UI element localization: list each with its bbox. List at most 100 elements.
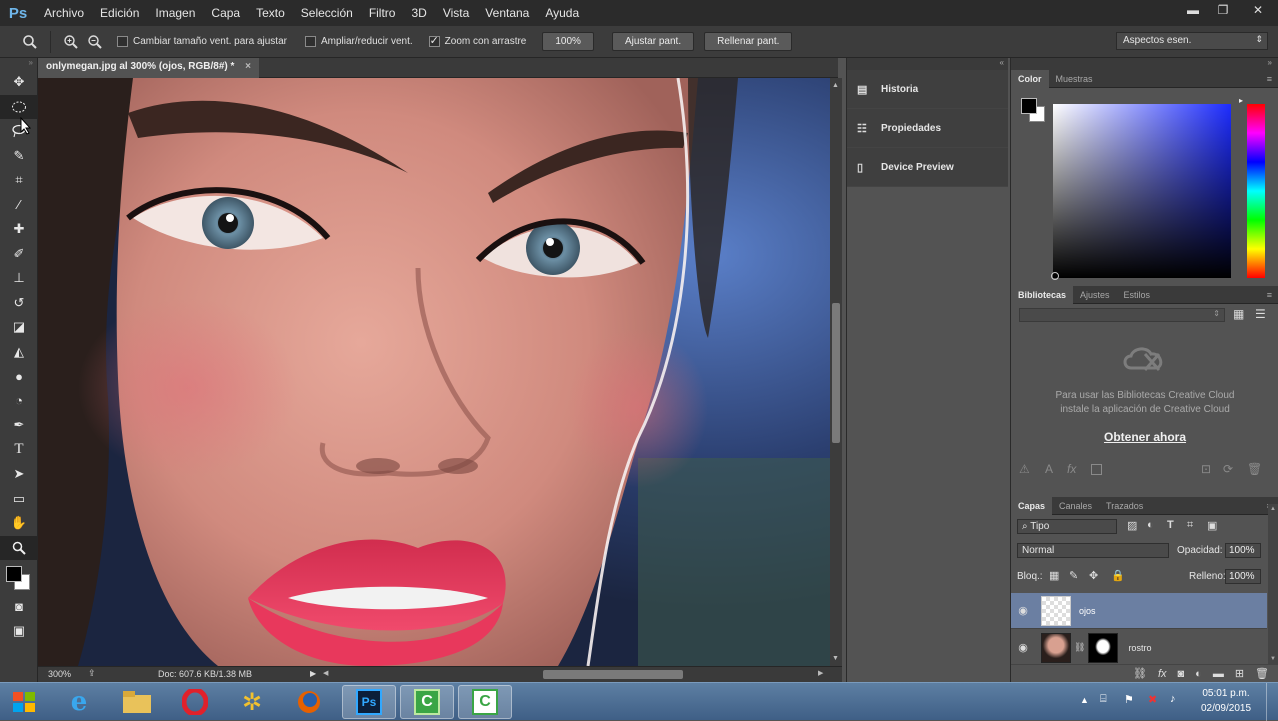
tab-estilos[interactable]: Estilos	[1117, 286, 1158, 304]
crop-tool-icon[interactable]: ⌗	[0, 168, 38, 193]
sync-icon[interactable]: ⟳	[1223, 462, 1233, 476]
vertical-scroll-thumb[interactable]	[832, 303, 840, 443]
pen-tool-icon[interactable]: ✒	[0, 413, 38, 438]
foreground-color-swatch[interactable]	[6, 566, 22, 582]
menu-vista[interactable]: Vista	[435, 6, 477, 20]
visibility-eye-icon[interactable]: ◉	[1011, 604, 1035, 617]
filter-pixel-icon[interactable]: ▨	[1127, 519, 1137, 532]
quick-mask-icon[interactable]: ◙	[0, 594, 38, 619]
dock-collapse-icon[interactable]: «	[847, 58, 1008, 70]
paint-bucket-tool-icon[interactable]: ◭	[0, 340, 38, 365]
menu-texto[interactable]: Texto	[248, 6, 293, 20]
color-swatches[interactable]	[0, 560, 37, 594]
fill-screen-button[interactable]: Rellenar pant.	[704, 32, 793, 51]
vertical-scrollbar[interactable]: ▲ ▼	[830, 78, 842, 666]
delete-layer-icon[interactable]: 🗑	[1255, 667, 1269, 680]
get-creative-cloud-link[interactable]: Obtener ahora	[1011, 430, 1278, 444]
menu-seleccion[interactable]: Selección	[293, 6, 361, 20]
stock-icon[interactable]: ⊡	[1201, 462, 1211, 476]
blur-tool-icon[interactable]: ●	[0, 364, 38, 389]
layers-scroll-down-icon[interactable]: ▼	[1270, 656, 1276, 662]
opera-icon[interactable]	[168, 685, 222, 719]
screen-mode-icon[interactable]: ▣	[0, 619, 38, 644]
dodge-tool-icon[interactable]: ◔	[0, 389, 38, 414]
panel-menu-icon[interactable]: ≡	[1267, 74, 1272, 84]
tab-canales[interactable]: Canales	[1052, 497, 1099, 515]
color-field-picker[interactable]	[1051, 104, 1231, 280]
brush-tool-icon[interactable]: ✐	[0, 242, 38, 267]
marquee-tool-icon[interactable]	[0, 94, 38, 119]
zoom-100-button[interactable]: 100%	[542, 32, 594, 51]
eraser-tool-icon[interactable]: ◪	[0, 315, 38, 340]
menu-ayuda[interactable]: Ayuda	[537, 6, 587, 20]
new-group-icon[interactable]: ▬	[1213, 668, 1224, 680]
export-icon[interactable]: ⇪	[88, 668, 96, 679]
link-layers-icon[interactable]: ⛓	[1133, 667, 1147, 680]
panel-button-historia[interactable]: ▤ Historia	[847, 70, 1008, 109]
zoom-tool-icon[interactable]	[0, 535, 38, 560]
menu-imagen[interactable]: Imagen	[147, 6, 203, 20]
scroll-left-arrow-icon[interactable]: ◀	[323, 669, 328, 677]
adjustment-layer-icon[interactable]: ◐	[1195, 668, 1202, 680]
filter-smart-object-icon[interactable]: ▣	[1207, 519, 1217, 532]
zoom-level-field[interactable]: 300%	[48, 669, 71, 679]
menu-3d[interactable]: 3D	[403, 6, 434, 20]
layer-name[interactable]: rostro	[1128, 643, 1151, 653]
list-view-icon[interactable]: ☰	[1255, 307, 1266, 321]
camtasia-recorder-icon[interactable]: C	[400, 685, 454, 719]
zoom-tool-preset-icon[interactable]	[18, 30, 42, 54]
lock-pixels-icon[interactable]: ✎	[1069, 569, 1078, 582]
clock-date[interactable]: 02/09/2015	[1196, 703, 1256, 714]
network-icon[interactable]: ⌸	[1100, 693, 1107, 706]
foreground-color-chip[interactable]	[1021, 98, 1037, 114]
add-layer-style-icon[interactable]: fx	[1067, 462, 1076, 476]
scroll-up-arrow-icon[interactable]: ▲	[832, 82, 839, 89]
zoom-out-icon[interactable]	[83, 30, 107, 54]
layer-filter-select[interactable]: ⌕ Tipo	[1017, 519, 1117, 534]
healing-brush-tool-icon[interactable]: ✚	[0, 217, 38, 242]
lock-transparency-icon[interactable]: ▦	[1049, 569, 1059, 582]
menu-filtro[interactable]: Filtro	[361, 6, 404, 20]
hue-slider[interactable]	[1247, 104, 1265, 278]
scrubby-zoom-checkbox[interactable]	[428, 34, 440, 47]
tab-ajustes[interactable]: Ajustes	[1073, 286, 1117, 304]
zoom-in-icon[interactable]	[59, 30, 83, 54]
tab-capas[interactable]: Capas	[1011, 496, 1053, 515]
delete-library-item-icon[interactable]: 🗑	[1247, 462, 1262, 476]
filter-shape-icon[interactable]: ⌗	[1187, 519, 1193, 532]
security-icon[interactable]: ✖	[1148, 693, 1157, 706]
app-yellow-icon[interactable]: ✲	[225, 685, 279, 719]
volume-icon[interactable]: ♪	[1170, 693, 1176, 705]
quick-selection-tool-icon[interactable]: ✎	[0, 144, 38, 169]
hand-tool-icon[interactable]: ✋	[0, 511, 38, 536]
path-selection-tool-icon[interactable]: ➤	[0, 462, 38, 487]
filter-adjustment-icon[interactable]: ◐	[1147, 519, 1154, 531]
firefox-icon[interactable]	[282, 685, 336, 719]
history-brush-tool-icon[interactable]: ↺	[0, 291, 38, 316]
layer-row-rostro[interactable]: ◉ ⛓ rostro	[1011, 630, 1267, 666]
tab-trazados[interactable]: Trazados	[1099, 497, 1150, 515]
horizontal-scroll-thumb[interactable]	[543, 670, 683, 679]
fit-screen-button[interactable]: Ajustar pant.	[611, 32, 695, 51]
clock-time[interactable]: 05:01 p.m.	[1196, 688, 1256, 699]
menu-ventana[interactable]: Ventana	[477, 6, 537, 20]
photoshop-taskbar-icon[interactable]: Ps	[342, 685, 396, 719]
opacity-input[interactable]: 100%	[1225, 543, 1261, 558]
close-tab-icon[interactable]: ×	[245, 61, 251, 72]
lasso-tool-icon[interactable]	[0, 119, 38, 144]
restore-button[interactable]: ❐	[1208, 0, 1238, 20]
filter-type-icon[interactable]: T	[1167, 519, 1174, 531]
clone-stamp-tool-icon[interactable]: ⊥	[0, 266, 38, 291]
scroll-right-arrow-icon[interactable]: ▶	[818, 669, 823, 677]
add-color-icon[interactable]	[1091, 464, 1102, 475]
show-desktop-button[interactable]	[1266, 683, 1278, 721]
resize-windows-checkbox[interactable]	[117, 36, 128, 47]
document-canvas[interactable]	[38, 78, 830, 666]
layers-scrollbar[interactable]: ▲ ▼	[1268, 504, 1278, 664]
fill-input[interactable]: 100%	[1225, 569, 1261, 584]
libraries-menu-icon[interactable]: ≡	[1267, 290, 1272, 300]
lock-all-icon[interactable]: 🔒	[1111, 569, 1125, 582]
layer-name[interactable]: ojos	[1079, 606, 1096, 616]
layer-style-icon[interactable]: fx	[1158, 668, 1167, 680]
status-menu-arrow-icon[interactable]: ▶	[310, 669, 316, 678]
